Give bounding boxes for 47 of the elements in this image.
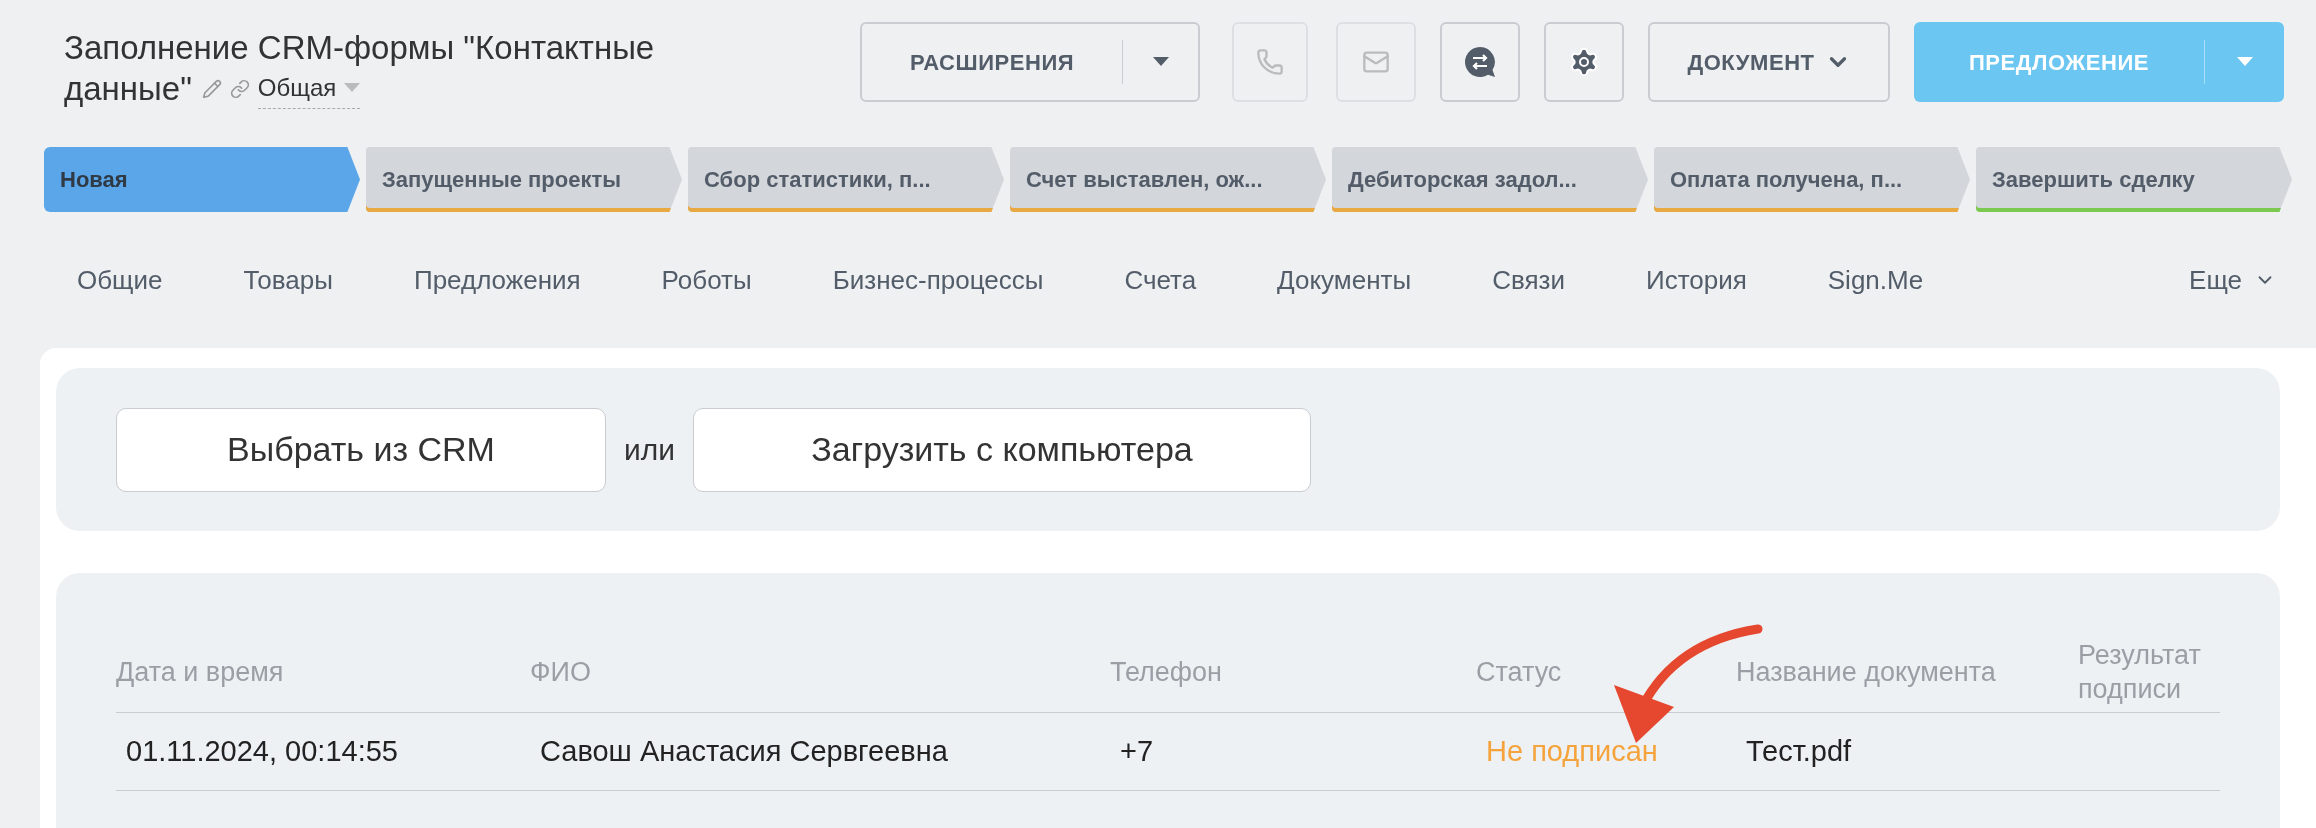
settings-icon <box>1568 46 1600 78</box>
nav-tab[interactable]: Документы <box>1277 260 1412 300</box>
nav-tab[interactable]: Счета <box>1124 260 1197 300</box>
stage-step[interactable]: Завершить сделку <box>1976 147 2292 212</box>
column-header: Дата и время <box>116 655 285 689</box>
caret-icon <box>344 83 361 93</box>
category-dropdown[interactable]: Общая <box>257 68 361 109</box>
nav-tab[interactable]: Товары <box>243 260 333 300</box>
more-tab[interactable]: Еще <box>2189 260 2276 300</box>
stage-step[interactable]: Запущенные проекты <box>366 147 682 212</box>
nav-tab[interactable]: Связи <box>1492 260 1565 300</box>
nav-tab[interactable]: Sign.Me <box>1827 260 1924 300</box>
column-header: Телефон <box>1110 655 1223 689</box>
page-title: данные" <box>64 68 192 109</box>
stage-step[interactable]: Оплата получена, п... <box>1654 147 1970 212</box>
link-icon[interactable] <box>229 78 250 99</box>
chat-button[interactable] <box>1440 22 1520 102</box>
caret-icon <box>1152 57 1169 67</box>
column-header: ФИО <box>530 655 592 689</box>
phone-icon <box>1256 48 1284 76</box>
chat-icon <box>1463 45 1497 79</box>
stage-step[interactable]: Дебиторская задол... <box>1332 147 1648 212</box>
table-cell-text: Савош Анастасия Сервгеевна <box>539 733 949 769</box>
status-label: Не подписан <box>1485 733 1659 769</box>
table-cell-text: 01.11.2024, 00:14:55 <box>125 733 399 769</box>
stage-step[interactable]: Сбор статистики, п... <box>688 147 1004 212</box>
document-button[interactable]: ДОКУМЕНТ <box>1648 22 1890 102</box>
nav-tab[interactable]: Бизнес-процессы <box>832 260 1044 300</box>
edit-icon[interactable] <box>201 78 222 99</box>
table-cell-text: Тест.pdf <box>1745 733 1853 769</box>
upload-from-computer-button[interactable]: Загрузить с компьютера <box>693 407 1312 492</box>
caret-icon <box>2236 57 2253 67</box>
nav-tab[interactable]: Предложения <box>413 260 581 300</box>
page-title: Заполнение CRM-формы "Контактные <box>64 28 655 68</box>
stage-step[interactable]: Счет выставлен, ож... <box>1010 147 1326 212</box>
extensions-button[interactable]: РАСШИРЕНИЯ <box>860 22 1200 102</box>
or-label: или <box>624 432 676 468</box>
nav-tab[interactable]: Роботы <box>661 260 752 300</box>
column-header: Результат подписи <box>2078 638 2202 706</box>
stage-step[interactable]: Новая <box>44 147 360 212</box>
column-header: Статус <box>1476 655 1563 689</box>
settings-button[interactable] <box>1544 22 1624 102</box>
table-cell-text: +7 <box>1119 733 1155 769</box>
nav-tab[interactable]: Общие <box>77 260 163 300</box>
select-from-crm-button[interactable]: Выбрать из CRM <box>116 407 606 492</box>
column-header: Название документа <box>1736 655 1997 689</box>
nav-tab[interactable]: История <box>1645 260 1747 300</box>
